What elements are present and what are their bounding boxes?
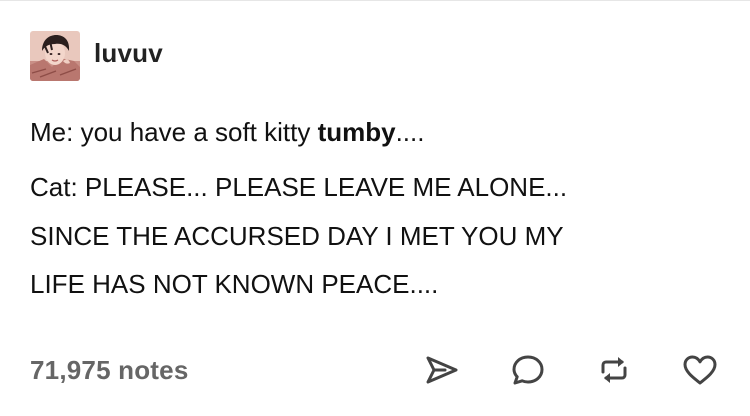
reblog-button[interactable]	[592, 348, 636, 392]
avatar-photo-icon	[30, 31, 80, 81]
share-button[interactable]	[420, 348, 464, 392]
post-header: luvuv	[30, 30, 163, 82]
username[interactable]: luvuv	[94, 38, 163, 69]
post-line-1-tail: ....	[395, 117, 425, 147]
post-paragraph-line: SINCE THE ACCURSED DAY I MET YOU MY	[30, 220, 564, 251]
share-icon	[426, 356, 458, 384]
avatar[interactable]	[30, 31, 80, 81]
reblog-icon	[601, 357, 627, 383]
post-body: Me: you have a soft kitty tumby.... Cat:…	[30, 109, 730, 309]
heart-icon	[683, 355, 717, 385]
post-footer: 71,975 notes	[30, 345, 722, 395]
like-button[interactable]	[678, 348, 722, 392]
post-card: luvuv Me: you have a soft kitty tumby...…	[0, 0, 750, 416]
notes-count[interactable]: 71,975 notes	[30, 355, 189, 386]
post-actions	[420, 348, 722, 392]
post-line-1: Me: you have a soft kitty tumby....	[30, 109, 730, 155]
post-line-1-bold: tumby	[317, 117, 396, 147]
reply-button[interactable]	[506, 348, 550, 392]
post-paragraph-line: Cat: PLEASE... PLEASE LEAVE ME ALONE...	[30, 172, 568, 202]
post-paragraph-2: Cat: PLEASE... PLEASE LEAVE ME ALONE... …	[30, 163, 720, 309]
post-line-1-text: Me: you have a soft kitty	[30, 117, 318, 147]
post-paragraph-line: LIFE HAS NOT KNOWN PEACE....	[30, 269, 439, 299]
reply-icon	[512, 355, 544, 385]
